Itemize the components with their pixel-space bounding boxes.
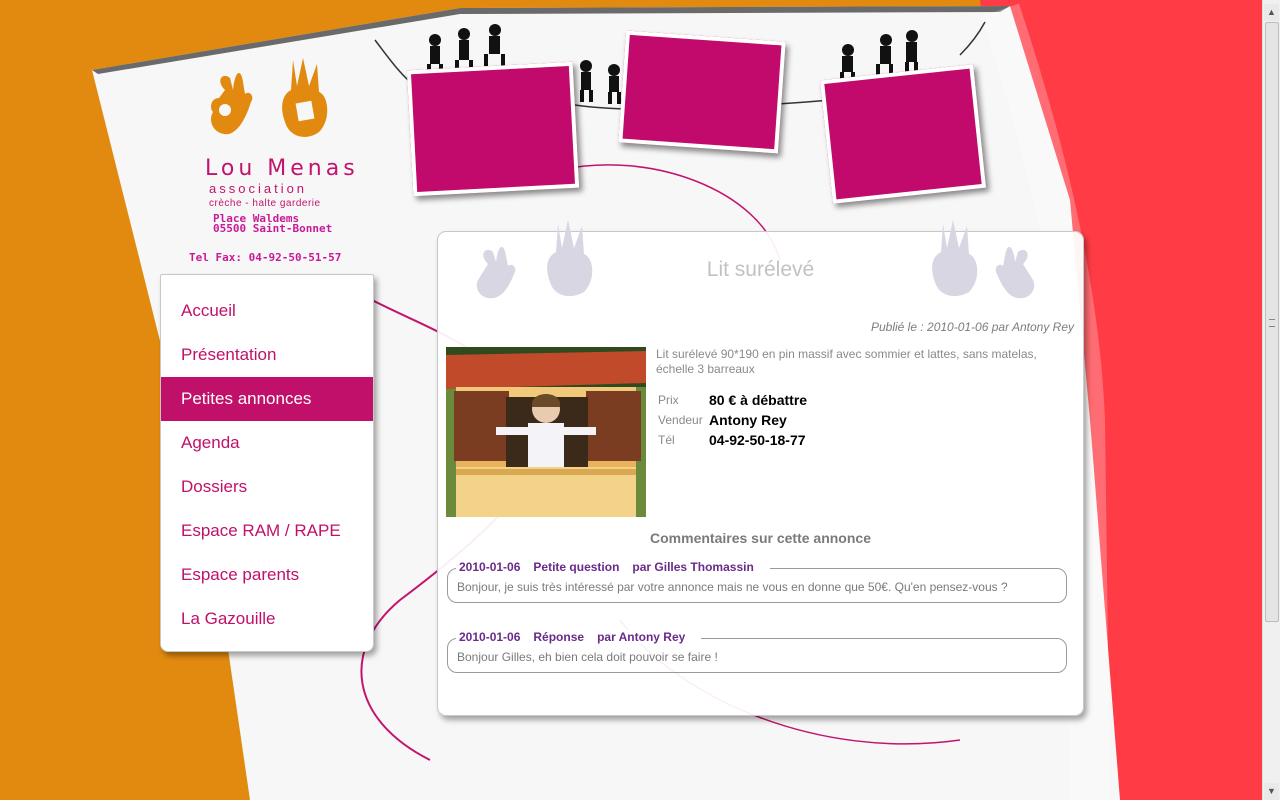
- tel-row: Tél 04-92-50-18-77: [658, 430, 807, 450]
- price-row: Prix 80 € à débattre: [658, 390, 807, 410]
- site-name: Lou Menas: [205, 156, 359, 181]
- scroll-down-icon[interactable]: ▼: [1264, 783, 1279, 800]
- scrollbar-thumb[interactable]: [1265, 22, 1279, 622]
- ad-specs: Prix 80 € à débattre Vendeur Antony Rey …: [658, 390, 807, 450]
- nav-item-presentation[interactable]: Présentation: [161, 333, 373, 377]
- comment-author: par Antony Rey: [597, 630, 686, 644]
- site-tagline: association: [209, 181, 308, 196]
- ad-title: Lit surélevé: [706, 258, 815, 281]
- seller-value: Antony Rey: [709, 412, 787, 428]
- comment: 2010-01-06 Réponse par Antony Rey Bonjour …: [447, 630, 1067, 673]
- ad-description: Lit surélevé 90*190 en pin massif avec s…: [656, 347, 1037, 376]
- nav-item-espace-parents[interactable]: Espace parents: [161, 553, 373, 597]
- nav-item-la-gazouille[interactable]: La Gazouille: [161, 597, 373, 641]
- comments-title: Commentaires sur cette annonce: [650, 530, 871, 546]
- address-line-2: 05500 Saint-Bonnet: [213, 222, 333, 235]
- comment-text: Bonjour, je suis très intéressé par votr…: [457, 580, 1008, 594]
- ad-photo[interactable]: [446, 347, 646, 517]
- nav-item-petites-annonces[interactable]: Petites annonces: [161, 377, 373, 421]
- price-label: Prix: [658, 393, 679, 407]
- price-value: 80 € à débattre: [709, 392, 808, 408]
- nav-item-dossiers[interactable]: Dossiers: [161, 465, 373, 509]
- comment-header: 2010-01-06 Petite question par Gilles Thom…: [456, 560, 770, 574]
- comment-author: par Gilles Thomassin: [632, 560, 754, 574]
- comment: 2010-01-06 Petite question par Gilles Thom…: [447, 560, 1067, 603]
- tel-value: 04-92-50-18-77: [709, 432, 806, 448]
- comment-text: Bonjour Gilles, eh bien cela doit pouvoi…: [457, 650, 718, 664]
- site-subtitle: crèche - halte garderie: [209, 198, 321, 209]
- nav-item-espace-ram-rape[interactable]: Espace RAM / RAPE: [161, 509, 373, 553]
- address: Place Waldems 05500 Saint-Bonnet: [213, 213, 333, 235]
- hanging-frame-1: [406, 61, 580, 197]
- seller-row: Vendeur Antony Rey: [658, 410, 807, 430]
- main-nav: Accueil Présentation Petites annonces Ag…: [160, 274, 374, 652]
- nav-item-accueil[interactable]: Accueil: [161, 289, 373, 333]
- handprint-deco-icon: [476, 220, 593, 299]
- hanging-frame-3: [819, 64, 987, 204]
- hanging-frame-2: [618, 30, 786, 154]
- handprint-deco-icon: [932, 220, 1035, 299]
- comment-subject: Réponse: [533, 630, 585, 644]
- vertical-scrollbar[interactable]: ▲ ▼: [1262, 0, 1280, 800]
- hand-logo-icon: [210, 58, 328, 137]
- comment-subject: Petite question: [533, 560, 620, 574]
- tel-fax: Tel Fax: 04-92-50-51-57: [189, 251, 342, 264]
- comment-date: 2010-01-06: [459, 630, 521, 644]
- published-info: Publié le : 2010-01-06 par Antony Rey: [870, 320, 1074, 334]
- comment-header: 2010-01-06 Réponse par Antony Rey: [456, 630, 702, 644]
- logo[interactable]: [185, 50, 360, 150]
- ad-panel: Lit surélevé Publié le : 2010-01-06 par …: [437, 220, 1084, 716]
- comment-date: 2010-01-06: [459, 560, 521, 574]
- scroll-up-icon[interactable]: ▲: [1264, 4, 1279, 21]
- seller-label: Vendeur: [658, 413, 703, 427]
- tel-label: Tél: [658, 433, 675, 447]
- nav-item-agenda[interactable]: Agenda: [161, 421, 373, 465]
